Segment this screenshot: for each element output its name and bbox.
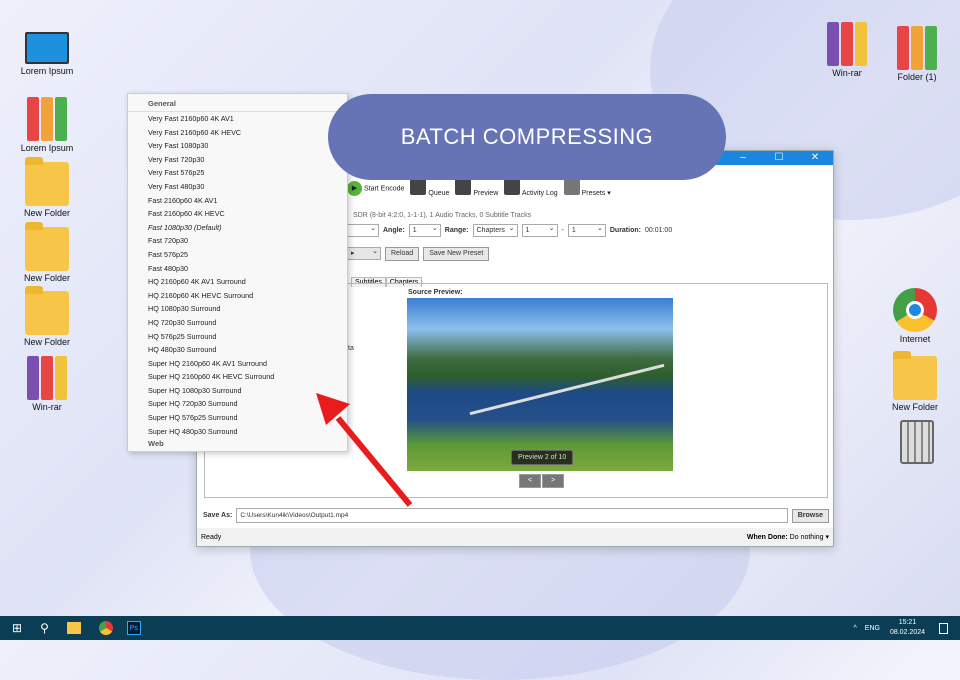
- windows-start-icon[interactable]: ⊞: [12, 621, 22, 635]
- red-arrow-icon: [316, 393, 413, 507]
- clock[interactable]: 15:21 08.02.2024: [890, 618, 925, 638]
- language-indicator[interactable]: ENG: [865, 625, 880, 632]
- photoshop-icon[interactable]: Ps: [126, 621, 141, 635]
- file-explorer-icon[interactable]: [66, 622, 81, 634]
- tray-chevron-icon[interactable]: ^: [853, 625, 856, 632]
- chrome-taskbar-icon[interactable]: [98, 621, 113, 635]
- search-icon[interactable]: ⚲: [40, 621, 49, 635]
- notification-icon[interactable]: [939, 622, 948, 634]
- taskbar: ⊞ ⚲ Ps ^ ENG 15:21 08.02.2024: [0, 616, 960, 640]
